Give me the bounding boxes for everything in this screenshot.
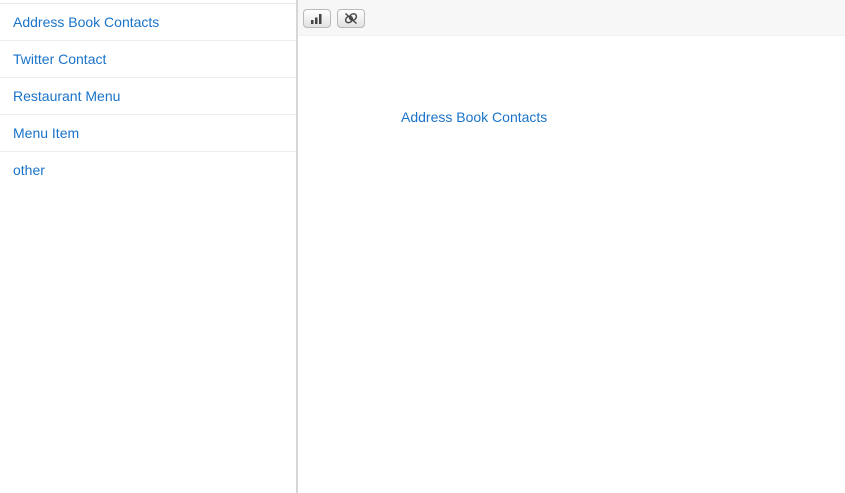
sidebar-item-address-book-contacts[interactable]: Address Book Contacts <box>0 4 296 41</box>
sidebar: Address Book Contacts Twitter Contact Re… <box>0 0 298 493</box>
chart-button[interactable] <box>303 9 331 28</box>
toolbar <box>298 0 845 36</box>
sidebar-item-twitter-contact[interactable]: Twitter Contact <box>0 41 296 78</box>
sidebar-item-restaurant-menu[interactable]: Restaurant Menu <box>0 78 296 115</box>
sidebar-item-other[interactable]: other <box>0 152 296 188</box>
unlink-icon <box>344 12 358 25</box>
app-window: Address Book Contacts Twitter Contact Re… <box>0 0 845 493</box>
unlink-button[interactable] <box>337 9 365 28</box>
bar-chart-icon <box>310 13 324 24</box>
sidebar-item-menu-item[interactable]: Menu Item <box>0 115 296 152</box>
main-panel: Address Book Contacts <box>298 0 845 493</box>
sidebar-list: Address Book Contacts Twitter Contact Re… <box>0 3 296 188</box>
address-book-contacts-link[interactable]: Address Book Contacts <box>401 109 547 125</box>
